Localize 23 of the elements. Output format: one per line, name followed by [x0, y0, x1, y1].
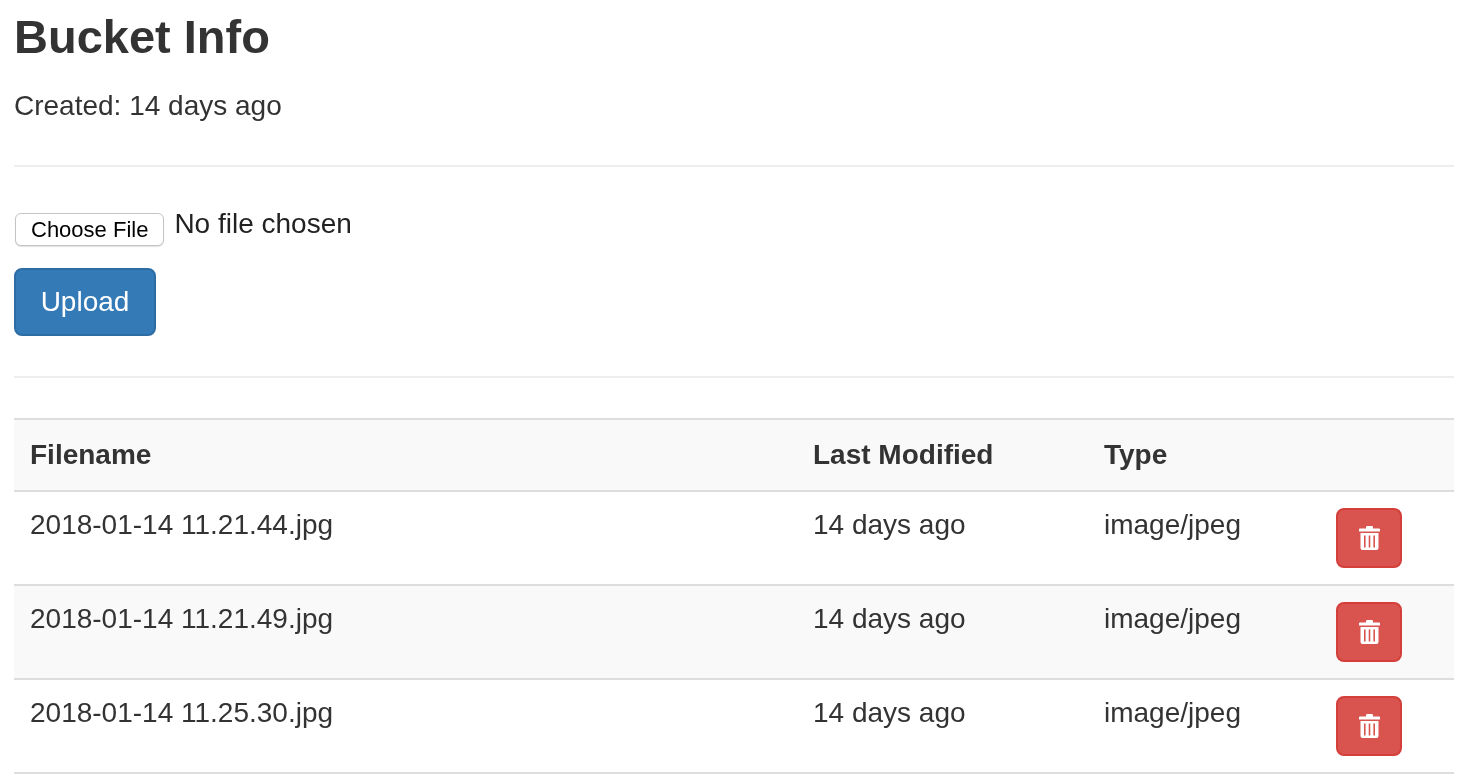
trash-icon — [1358, 620, 1380, 644]
created-text: Created: 14 days ago — [14, 89, 282, 123]
file-status-text: No file chosen — [174, 207, 352, 241]
trash-icon — [1358, 714, 1380, 738]
choose-file-button[interactable]: Choose File — [15, 213, 165, 246]
delete-button[interactable] — [1336, 508, 1402, 568]
delete-button[interactable] — [1336, 696, 1402, 756]
table-cell: 2018-01-14 11.21.44.jpg — [30, 508, 334, 542]
table-cell: 14 days ago — [813, 696, 966, 730]
column-header: Last Modified — [813, 438, 994, 472]
trash-icon — [1358, 526, 1380, 550]
table-cell: 2018-01-14 11.25.30.jpg — [30, 696, 334, 730]
delete-button[interactable] — [1336, 602, 1402, 662]
table-cell: image/jpeg — [1104, 602, 1241, 636]
table-cell: image/jpeg — [1104, 696, 1241, 730]
table-cell: image/jpeg — [1104, 508, 1241, 542]
column-header: Type — [1104, 438, 1168, 472]
column-header: Filename — [30, 438, 152, 472]
table-cell: 14 days ago — [813, 602, 966, 636]
table-cell: 14 days ago — [813, 508, 966, 542]
upload-button[interactable]: Upload — [14, 268, 156, 336]
page-title: Bucket Info — [14, 9, 270, 63]
table-cell: 2018-01-14 11.21.49.jpg — [30, 602, 334, 636]
